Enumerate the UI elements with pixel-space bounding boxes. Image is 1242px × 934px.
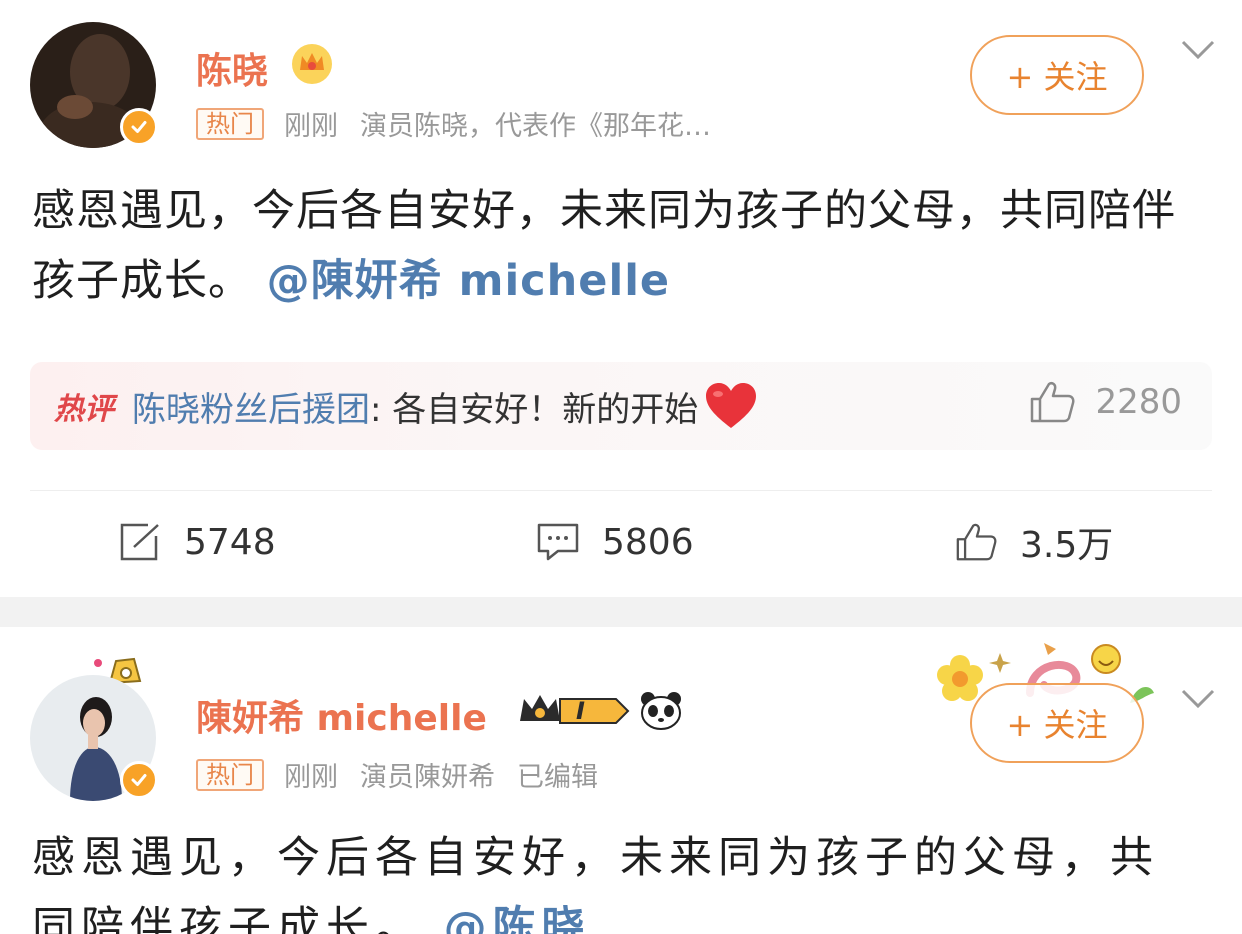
post-separator (0, 597, 1242, 627)
member-level-text: I (576, 697, 585, 725)
follow-button[interactable]: + 关注 (970, 35, 1144, 115)
post-time: 刚刚 (284, 762, 338, 793)
hot-comment-like-count: 2280 (1095, 382, 1182, 422)
hot-tag: 热门 (196, 758, 264, 791)
hot-tag: 热门 (196, 107, 264, 140)
author-description: 演员陈晓，代表作《那年花… (360, 111, 711, 142)
author-name[interactable]: 陳妍希 michelle (196, 689, 487, 741)
like-count: 3.5万 (1020, 525, 1114, 566)
comment-button[interactable]: 5806 (536, 512, 694, 572)
chevron-down-icon[interactable] (1180, 687, 1216, 711)
hot-comment-like-button[interactable]: 2280 (1029, 380, 1182, 424)
comment-count: 5806 (602, 521, 694, 563)
mention-link[interactable]: @陈晓 (444, 903, 591, 934)
thumbs-up-icon (956, 523, 997, 561)
like-button[interactable]: 3.5万 (954, 512, 1113, 572)
chevron-down-icon[interactable] (1180, 38, 1216, 62)
vip-crown-icon (292, 44, 332, 84)
repost-icon (120, 523, 159, 561)
mention-link[interactable]: @陳妍希 michelle (267, 256, 670, 306)
hot-comment[interactable]: 热评 陈晓粉丝后援团 : 各自安好！新的开始 2280 (30, 362, 1212, 450)
hot-comment-user[interactable]: 陈晓粉丝后援团 (132, 382, 370, 431)
post-content: 感恩遇见，今后各自安好，未来同为孩子的父母，共同陪伴孩子成长。 @陈晓 (32, 823, 1192, 934)
follow-button[interactable]: + 关注 (970, 683, 1144, 763)
edited-label: 已编辑 (517, 762, 598, 793)
weibo-post-1: 陈晓 热门 刚刚 演员陈晓，代表作《那年花… + 关注 感恩遇见，今后各自安好，… (0, 0, 1242, 597)
hot-comment-text: : 各自安好！新的开始 (370, 389, 699, 430)
hot-comment-label: 热评 (54, 392, 114, 427)
post-time: 刚刚 (284, 111, 338, 142)
verified-badge-icon (120, 761, 158, 799)
author-description: 演员陳妍希 (360, 762, 495, 793)
author-name[interactable]: 陈晓 (196, 42, 268, 94)
follow-button-label: + 关注 (1006, 706, 1108, 744)
author-avatar[interactable] (30, 22, 158, 148)
post-meta: 热门 刚刚 演员陳妍希 已编辑 (196, 755, 598, 794)
verified-badge-icon (120, 108, 158, 146)
post-content: 感恩遇见，今后各自安好，未来同为孩子的父母，共同陪伴孩子成长。 @陳妍希 mic… (32, 176, 1212, 316)
heart-emoji-icon (706, 383, 757, 428)
crown-icon (520, 695, 630, 724)
author-avatar[interactable] (30, 675, 158, 801)
follow-button-label: + 关注 (1006, 58, 1108, 96)
thumbs-up-icon (1031, 381, 1075, 423)
member-level-badge: I (518, 691, 630, 731)
comment-icon (537, 523, 579, 561)
author-name-text: 陈晓 (196, 51, 269, 92)
weibo-post-2: 陳妍希 michelle I 热门 刚刚 演员陳妍希 已编辑 + 关注 感恩遇见… (0, 627, 1242, 934)
post-text: 感恩遇见，今后各自安好，未来同为孩子的父母，共同陪伴孩子成长。 (32, 833, 1159, 934)
author-name-text: 陳妍希 michelle (196, 698, 487, 739)
divider (30, 490, 1212, 491)
panda-emoji-icon (641, 692, 681, 730)
repost-count: 5748 (184, 521, 276, 563)
post-meta: 热门 刚刚 演员陈晓，代表作《那年花… (196, 104, 711, 143)
repost-button[interactable]: 5748 (118, 512, 276, 572)
